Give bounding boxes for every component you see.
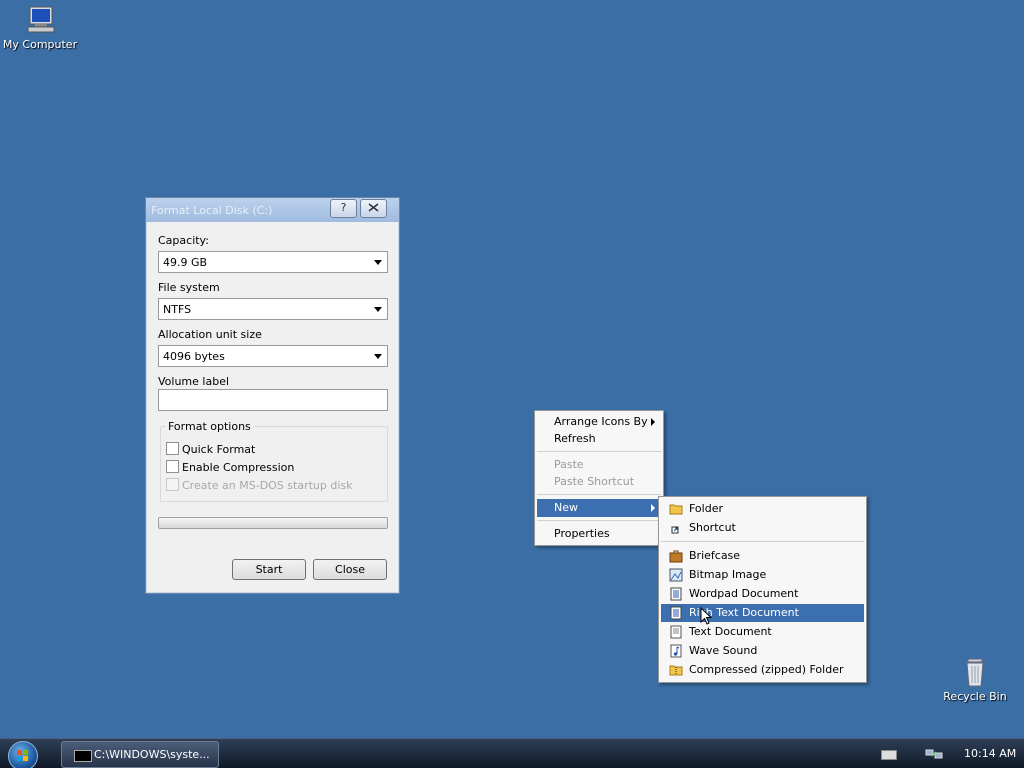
menu-item-label: Wave Sound xyxy=(689,644,758,657)
submenu-arrow-icon xyxy=(651,418,655,426)
menu-item-label: Compressed (zipped) Folder xyxy=(689,663,844,676)
menu-item-label: Text Document xyxy=(689,625,772,638)
desktop-icon-label: My Computer xyxy=(2,38,78,51)
desktop-context-menu: Arrange Icons By Refresh Paste Paste Sho… xyxy=(534,410,664,546)
capacity-select[interactable]: 49.9 GB xyxy=(158,251,388,273)
volume-label: Volume label xyxy=(158,375,230,388)
submenu-item-bitmap-image[interactable]: Bitmap Image xyxy=(661,566,864,584)
recycle-bin-icon xyxy=(966,658,984,687)
help-button[interactable]: ? xyxy=(330,199,357,218)
menu-item-label: Wordpad Document xyxy=(689,587,799,600)
checkbox-box xyxy=(166,442,179,455)
submenu-item-folder[interactable]: Folder xyxy=(661,500,864,518)
format-progress-bar xyxy=(158,517,388,529)
checkbox-label: Enable Compression xyxy=(182,461,295,474)
close-icon xyxy=(368,203,379,212)
checkbox-label: Create an MS-DOS startup disk xyxy=(182,479,353,492)
dialog-title: Format Local Disk (C:) xyxy=(151,204,273,217)
chevron-down-icon xyxy=(374,260,382,265)
quick-format-checkbox[interactable]: Quick Format xyxy=(166,442,255,456)
desktop-icon-my-computer[interactable]: My Computer xyxy=(0,4,80,51)
allocation-value: 4096 bytes xyxy=(163,350,225,363)
menu-item-paste-shortcut: Paste Shortcut xyxy=(537,473,661,491)
folder-icon xyxy=(669,504,683,515)
windows-logo-icon xyxy=(17,750,28,761)
menu-item-properties[interactable]: Properties xyxy=(537,525,661,543)
network-icon[interactable] xyxy=(925,747,943,761)
volume-label-input[interactable] xyxy=(158,389,388,411)
rich-text-icon xyxy=(670,606,682,620)
chevron-down-icon xyxy=(374,307,382,312)
menu-item-label: Arrange Icons By xyxy=(554,415,648,428)
start-button[interactable] xyxy=(8,741,38,768)
enable-compression-checkbox[interactable]: Enable Compression xyxy=(166,460,294,474)
shortcut-icon xyxy=(671,526,679,534)
desktop-icon-label: Recycle Bin xyxy=(943,690,1007,703)
submenu-item-wave-sound[interactable]: Wave Sound xyxy=(661,642,864,660)
filesystem-label: File system xyxy=(158,281,220,294)
submenu-item-text-document[interactable]: Text Document xyxy=(661,623,864,641)
menu-item-paste: Paste xyxy=(537,456,661,474)
menu-item-label: Bitmap Image xyxy=(689,568,767,581)
start-button[interactable]: Start xyxy=(232,559,306,580)
mouse-cursor-icon xyxy=(700,607,712,625)
desktop-icon-recycle-bin[interactable]: Recycle Bin xyxy=(935,656,1015,703)
format-dialog: Format Local Disk (C:) ? Capacity: 49.9 … xyxy=(145,197,400,594)
menu-item-refresh[interactable]: Refresh xyxy=(537,430,661,448)
menu-item-arrange-icons-by[interactable]: Arrange Icons By xyxy=(537,413,661,431)
close-button[interactable]: Close xyxy=(313,559,387,580)
menu-item-label: Refresh xyxy=(554,432,596,445)
submenu-item-rich-text-document[interactable]: Rich Text Document xyxy=(661,604,864,622)
menu-item-label: Paste Shortcut xyxy=(554,475,635,488)
menu-separator xyxy=(537,520,661,521)
computer-icon xyxy=(27,6,55,33)
allocation-label: Allocation unit size xyxy=(158,328,262,341)
menu-separator xyxy=(661,541,864,542)
menu-item-label: New xyxy=(554,501,578,514)
command-prompt-icon xyxy=(74,750,92,762)
filesystem-select[interactable]: NTFS xyxy=(158,298,388,320)
ms-dos-startup-checkbox: Create an MS-DOS startup disk xyxy=(166,478,353,492)
menu-item-label: Paste xyxy=(554,458,584,471)
wordpad-icon xyxy=(670,587,682,601)
checkbox-box xyxy=(166,460,179,473)
menu-separator xyxy=(537,494,661,495)
menu-item-label: Folder xyxy=(689,502,723,515)
allocation-select[interactable]: 4096 bytes xyxy=(158,345,388,367)
taskbar-item-cmd[interactable]: C:\WINDOWS\syste... xyxy=(61,741,219,768)
menu-item-label: Properties xyxy=(554,527,610,540)
zip-folder-icon xyxy=(669,665,683,676)
menu-item-label: Shortcut xyxy=(689,521,736,534)
system-clock[interactable]: 10:14 AM xyxy=(964,747,1016,760)
wave-sound-icon xyxy=(670,644,682,658)
capacity-label: Capacity: xyxy=(158,234,209,247)
submenu-item-wordpad-document[interactable]: Wordpad Document xyxy=(661,585,864,603)
submenu-arrow-icon xyxy=(651,504,655,512)
briefcase-icon xyxy=(669,550,683,563)
submenu-item-shortcut[interactable]: Shortcut xyxy=(661,519,864,537)
text-document-icon xyxy=(670,625,682,639)
new-submenu: Folder Shortcut Briefcase Bitmap Image W… xyxy=(658,496,867,683)
taskbar: C:\WINDOWS\syste... 10:14 AM xyxy=(0,738,1024,768)
bitmap-icon xyxy=(669,568,683,582)
menu-separator xyxy=(537,451,661,452)
taskbar-item-label: C:\WINDOWS\syste... xyxy=(94,748,210,761)
chevron-down-icon xyxy=(374,354,382,359)
dialog-title-bar[interactable]: Format Local Disk (C:) ? xyxy=(146,198,399,222)
submenu-item-compressed-folder[interactable]: Compressed (zipped) Folder xyxy=(661,661,864,679)
checkbox-box xyxy=(166,478,179,491)
filesystem-value: NTFS xyxy=(163,303,192,316)
checkbox-label: Quick Format xyxy=(182,443,256,456)
close-window-button[interactable] xyxy=(360,199,387,218)
keyboard-icon[interactable] xyxy=(881,750,897,760)
format-options-group: Format options Quick Format Enable Compr… xyxy=(160,420,388,502)
submenu-item-briefcase[interactable]: Briefcase xyxy=(661,547,864,565)
capacity-value: 49.9 GB xyxy=(163,256,208,269)
format-options-label: Format options xyxy=(166,420,253,433)
menu-item-label: Briefcase xyxy=(689,549,741,562)
menu-item-new[interactable]: New xyxy=(537,499,661,517)
